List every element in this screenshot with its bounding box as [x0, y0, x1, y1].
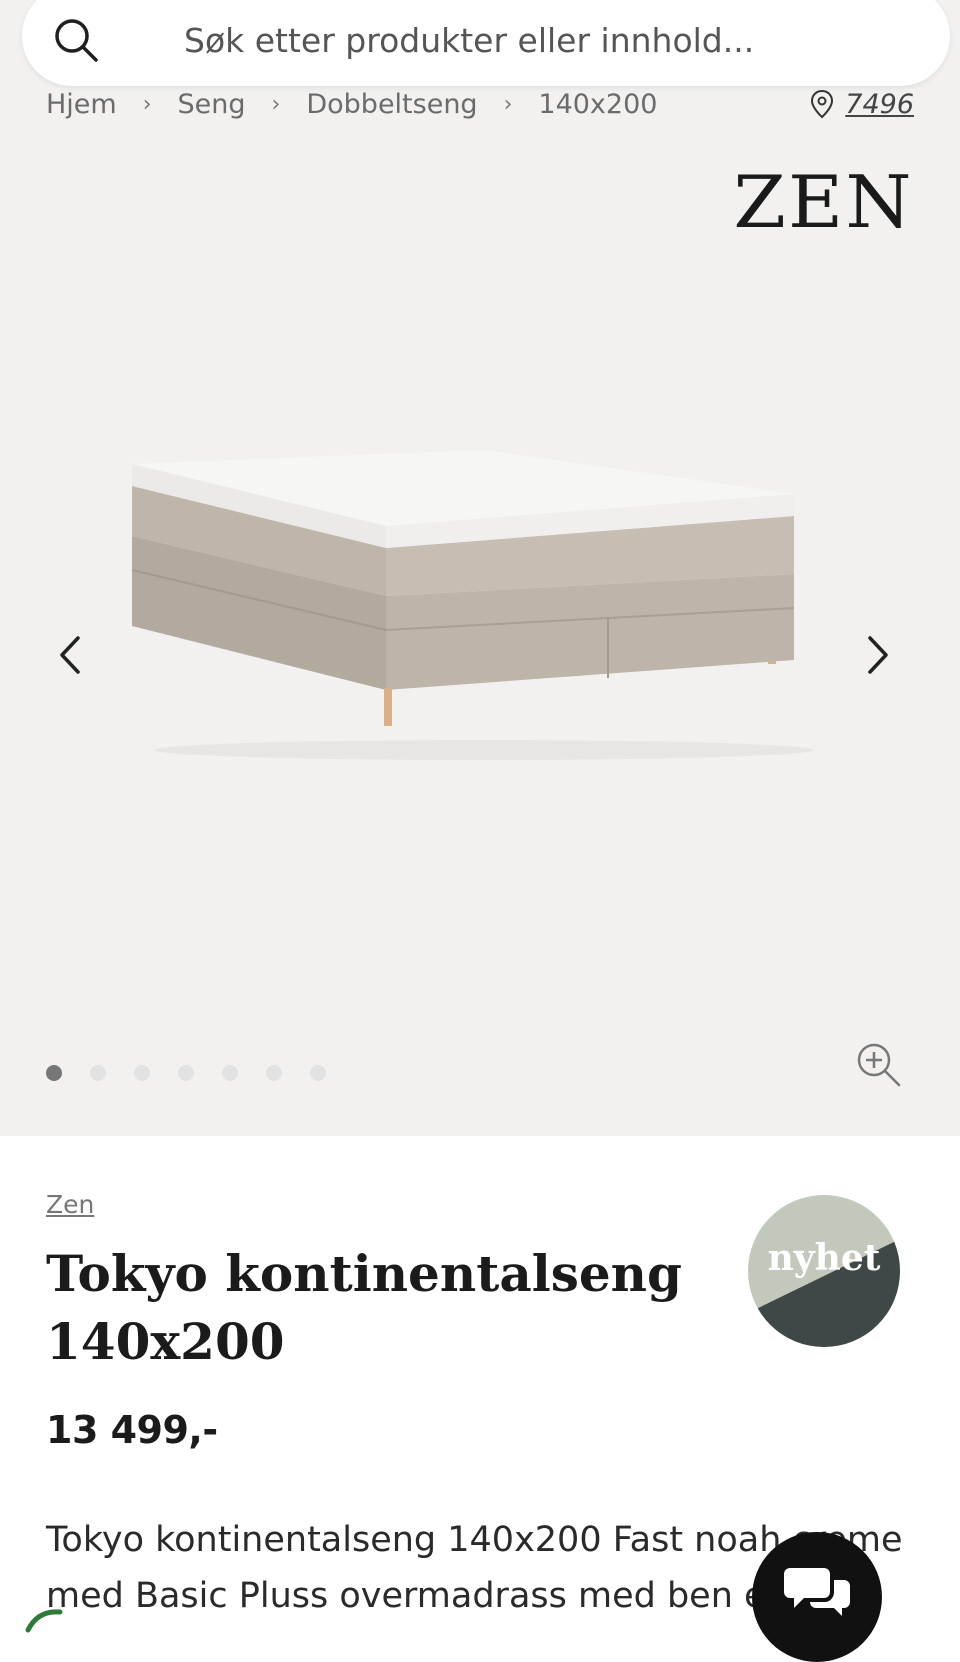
pagination-dot[interactable] [222, 1065, 238, 1081]
new-badge: nyhet [748, 1195, 900, 1347]
store-number-link[interactable]: 7496 [845, 89, 914, 120]
pagination-dot[interactable] [134, 1065, 150, 1081]
breadcrumb-item-dobbeltseng[interactable]: Dobbeltseng [306, 89, 477, 120]
breadcrumb: Hjem › Seng › Dobbeltseng › 140x200 [46, 84, 657, 124]
store-selector[interactable]: 7496 [809, 84, 914, 124]
breadcrumb-item-seng[interactable]: Seng [178, 89, 246, 120]
badge-label: nyhet [767, 1237, 881, 1279]
search-bar[interactable] [22, 0, 950, 86]
product-title: Tokyo kontinentalseng 140x200 [46, 1244, 682, 1371]
search-input[interactable] [182, 16, 886, 64]
pagination-dot[interactable] [310, 1065, 326, 1081]
product-image [131, 450, 814, 760]
pagination-dot[interactable] [178, 1065, 194, 1081]
product-price: 13 499,- [46, 1408, 218, 1452]
pagination-dot[interactable] [90, 1065, 106, 1081]
brand-link[interactable]: Zen [46, 1190, 94, 1219]
product-gallery: Hjem › Seng › Dobbeltseng › 140x200 7496… [0, 0, 960, 1136]
chevron-right-icon: › [503, 91, 513, 117]
chevron-right-icon: › [271, 91, 281, 117]
brand-logo: ZEN [733, 160, 914, 244]
prev-image-button[interactable] [48, 620, 98, 690]
zoom-in-icon[interactable] [854, 1040, 904, 1090]
location-pin-icon [811, 89, 834, 119]
next-image-button[interactable] [852, 620, 902, 690]
chevron-right-icon: › [142, 91, 152, 117]
breadcrumb-item-size[interactable]: 140x200 [538, 89, 657, 120]
pagination-dot[interactable] [46, 1065, 62, 1081]
search-icon[interactable] [50, 14, 102, 66]
pagination-dot[interactable] [266, 1065, 282, 1081]
image-pagination [46, 1065, 326, 1081]
leaf-icon [25, 1609, 63, 1633]
chat-button[interactable] [752, 1532, 882, 1662]
chat-bubbles-icon [784, 1568, 850, 1616]
breadcrumb-item-hjem[interactable]: Hjem [46, 89, 117, 120]
